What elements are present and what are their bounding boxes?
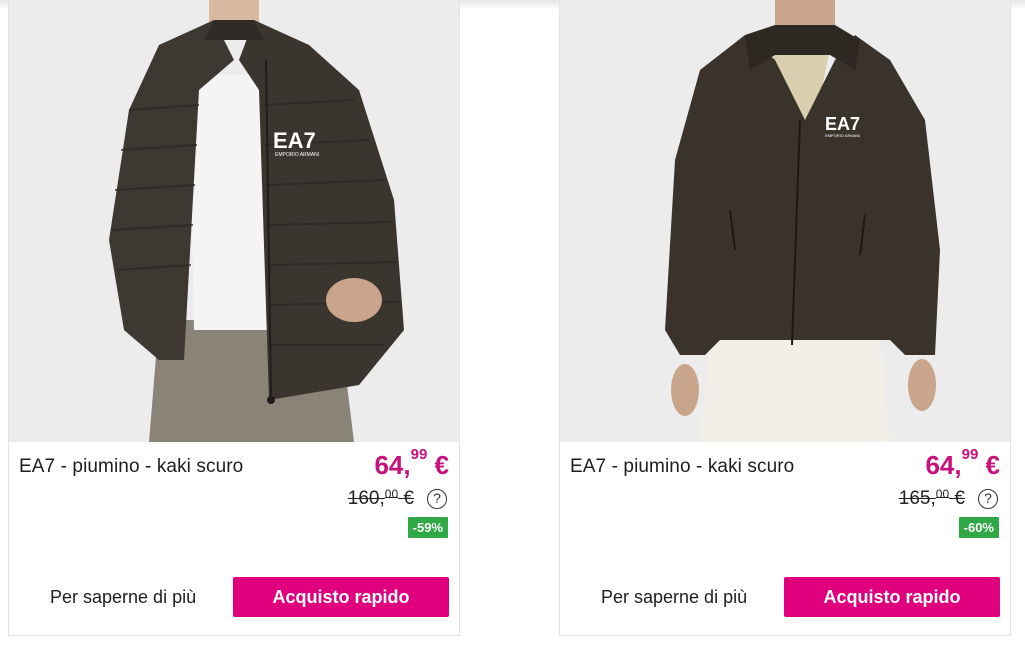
brand-logo: EA7 bbox=[273, 128, 316, 153]
original-price: 165,00 € bbox=[898, 487, 965, 509]
price-info-icon[interactable]: ? bbox=[978, 489, 998, 509]
brand-logo-sub: EMPORIO ARMANI bbox=[275, 152, 319, 158]
discount-badge: -60% bbox=[958, 517, 999, 538]
sale-price: 64,99 € bbox=[374, 446, 449, 480]
product-image[interactable]: EA7 EMPORIO ARMANI bbox=[560, 0, 1010, 442]
sale-price: 64,99 € bbox=[925, 446, 1000, 480]
product-image[interactable]: EA7 EMPORIO ARMANI bbox=[9, 0, 459, 442]
discount-badge: -59% bbox=[407, 517, 448, 538]
brand-logo: EA7 bbox=[825, 114, 860, 134]
original-price: 160,00 € bbox=[347, 487, 414, 509]
more-info-link[interactable]: Per saperne di più bbox=[601, 587, 747, 608]
quick-buy-button[interactable]: Acquisto rapido bbox=[784, 577, 1000, 617]
product-title[interactable]: EA7 - piumino - kaki scuro bbox=[19, 456, 243, 478]
more-info-link[interactable]: Per saperne di più bbox=[50, 587, 196, 608]
product-title[interactable]: EA7 - piumino - kaki scuro bbox=[570, 456, 794, 478]
product-card[interactable]: EA7 EMPORIO ARMANI EA7 - piumino - kaki … bbox=[559, 0, 1011, 636]
price-info-icon[interactable]: ? bbox=[427, 489, 447, 509]
quick-buy-button[interactable]: Acquisto rapido bbox=[233, 577, 449, 617]
brand-logo-sub: EMPORIO ARMANI bbox=[825, 133, 860, 138]
product-card[interactable]: EA7 EMPORIO ARMANI EA7 - piumino - kaki … bbox=[8, 0, 460, 636]
